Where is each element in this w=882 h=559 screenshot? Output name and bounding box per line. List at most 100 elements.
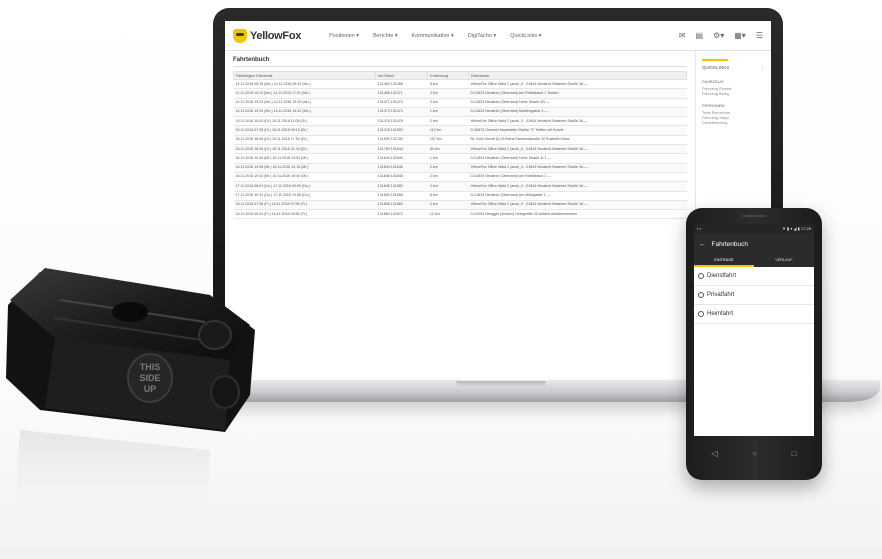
- cell-purpose: D-01844 Neukirch (Oberrand) Hohe Straße …: [468, 153, 687, 164]
- trip-type-options: Dienstfahrt Privatfahrt Heimfahrt: [694, 267, 814, 324]
- cell-purpose: YellowFox Office Wald 2 (ausb_0 - 01844 …: [468, 181, 687, 192]
- cell-km: 131780 131844: [375, 144, 428, 155]
- cell-time: 17.11.2016 08:01 (Do.) 17.11.2016 09:09 …: [233, 181, 376, 192]
- table-row[interactable]: 15.11.2016 10:03 (Di.) 15.11.2016 11:05 …: [233, 116, 687, 127]
- quicklinks-title: QUICKLINKS: [702, 64, 730, 70]
- table-row[interactable]: 15.11.2016 16:45 (Di.) 15.11.2016 17:50 …: [233, 135, 687, 146]
- table-row[interactable]: 14.11.2016 19:23 (Mo.) 14.11.2016 19:28 …: [233, 98, 687, 108]
- column-header[interactable]: km-Stand: [375, 71, 429, 80]
- product-showcase: YellowFox Positionen ▾ Berichte ▾ Kommunik…: [0, 0, 882, 559]
- cell-purpose: YellowFox Office Wald 2 (ausb_0 - 01844 …: [468, 163, 687, 173]
- cell-time: 14.11.2016 19:33 (Mo.) 14.11.2016 19:42 …: [233, 107, 376, 118]
- grid-icon[interactable]: ▦▾: [734, 31, 746, 40]
- cell-time: 16.11.2016 10:45 (Mi.) 16.11.2016 13:53 …: [233, 153, 376, 164]
- back-arrow-icon[interactable]: ←: [699, 241, 706, 248]
- quicklink[interactable]: Dieselfahrzeug: [702, 121, 765, 126]
- table-row[interactable]: 17.11.2016 08:01 (Do.) 17.11.2016 09:09 …: [233, 181, 687, 192]
- cell-time: 17.11.2016 19:31 (Do.) 17.11.2016 19:38 …: [233, 191, 376, 201]
- table-row[interactable]: 18.11.2016 09:44 (Fr.) 18.11.2016 09:56 …: [233, 209, 687, 220]
- radio-icon[interactable]: [698, 311, 704, 317]
- phone-tab[interactable]: VERLAUF: [754, 255, 814, 267]
- table-row[interactable]: 18.11.2016 07:38 (Fr.) 18.11.2016 07:55 …: [233, 200, 687, 211]
- table-row[interactable]: 16.11.2016 10:45 (Mi.) 16.11.2016 13:53 …: [233, 153, 687, 164]
- table-row[interactable]: 11.11.2016 10:13 (Mo.) 14.11.2016 17:01 …: [233, 88, 687, 99]
- cell-dist: 2 km: [427, 172, 469, 183]
- trip-type-option[interactable]: Dienstfahrt: [694, 267, 814, 286]
- notification-icon[interactable]: ✉: [679, 31, 686, 40]
- smartphone: ▪ ▪ ▼ ▮ ▾ ◢ ▮ 17:26 ← Fahrtenbuch EINTRA…: [686, 208, 822, 480]
- cell-km: 131844 131844: [375, 153, 428, 164]
- phone-tabs: EINTRAGE VERLAUF: [694, 255, 814, 267]
- cell-km: 131858 131860: [375, 200, 428, 211]
- status-right: ▼ ▮ ▾ ◢ ▮ 17:26: [781, 226, 811, 231]
- nav-item[interactable]: Kommunikation ▾: [412, 33, 454, 39]
- menu-icon[interactable]: ☰: [756, 31, 763, 40]
- phone-tab[interactable]: EINTRAGE: [694, 255, 754, 267]
- home-icon[interactable]: ○: [752, 449, 757, 458]
- chat-icon[interactable]: ▤: [696, 31, 704, 40]
- nav-item[interactable]: QuickLinks ▾: [510, 33, 541, 39]
- phone-app-bar: ← Fahrtenbuch: [694, 233, 814, 255]
- page-title: Fahrtenbuch: [233, 57, 687, 67]
- table-row[interactable]: 14.11.2016 09:15 (Mo.) 14.11.2016 09:43 …: [233, 79, 687, 90]
- radio-icon[interactable]: [698, 292, 704, 298]
- cell-time: 18.11.2016 09:44 (Fr.) 18.11.2016 09:56 …: [233, 209, 376, 220]
- trip-type-option[interactable]: Privatfahrt: [694, 286, 814, 305]
- cell-time: 16.11.2016 14:08 (Mi.) 16.11.2016 14:15 …: [233, 163, 376, 173]
- cell-dist: 3 km: [427, 88, 469, 99]
- cell-time: 14.11.2016 19:23 (Mo.) 14.11.2016 19:28 …: [233, 98, 376, 108]
- column-header[interactable]: Fahrtzweck: [467, 71, 688, 80]
- main-nav: Positionen ▾ Berichte ▾ Kommunikation ▾ Dig…: [329, 33, 541, 39]
- phone-status-bar: ▪ ▪ ▼ ▮ ▾ ◢ ▮ 17:26: [694, 224, 814, 233]
- phone-title: Fahrtenbuch: [711, 240, 749, 248]
- phone-screen: ▪ ▪ ▼ ▮ ▾ ◢ ▮ 17:26 ← Fahrtenbuch EINTRA…: [694, 224, 814, 436]
- quicklinks-section-title: FAHRZEUG: [702, 78, 724, 84]
- radio-icon[interactable]: [698, 273, 704, 279]
- cell-time: 16.11.2016 19:32 (Mi.) 16.11.2016 19:40 …: [233, 172, 376, 183]
- trip-type-option[interactable]: Heimfahrt: [694, 305, 814, 324]
- fox-logo-icon: [233, 28, 247, 43]
- cell-time: 14.11.2016 09:15 (Mo.) 14.11.2016 09:43 …: [233, 79, 376, 90]
- settings-icon[interactable]: ⚙▾: [713, 31, 724, 40]
- app-header: YellowFox Positionen ▾ Berichte ▾ Kommunik…: [225, 21, 771, 51]
- cell-dist: 1 km: [427, 153, 469, 164]
- nav-item[interactable]: Berichte ▾: [373, 33, 397, 39]
- cell-dist: 112 km: [427, 125, 469, 136]
- cell-dist: 8 km: [427, 79, 469, 90]
- more-icon[interactable]: ⋮: [761, 65, 766, 71]
- cell-dist: 8 km: [427, 191, 469, 201]
- quicklink[interactable]: Fahrzeug Beleg: [702, 92, 765, 97]
- table-row[interactable]: 15.11.2016 07:35 (Di.) 15.11.2016 09:15 …: [233, 125, 687, 136]
- cell-purpose: YellowFox Office Wald 2 (ausb_0 - 01844 …: [468, 144, 687, 155]
- nav-item[interactable]: Positionen ▾: [329, 33, 359, 39]
- cell-time: 15.11.2016 10:03 (Di.) 15.11.2016 11:05 …: [233, 116, 376, 127]
- cell-dist: 2 km: [427, 98, 469, 108]
- cell-dist: 2 km: [427, 116, 469, 127]
- table-row[interactable]: 16.11.2016 19:32 (Mi.) 16.11.2016 19:40 …: [233, 172, 687, 183]
- cell-purpose: D-01833 Neukirch (Oberrand) Mühlengasse …: [468, 107, 687, 118]
- cell-km: 131846 131848: [375, 172, 428, 183]
- cell-purpose: D-01833 Neukirch (Oberrand) Am Mühlgasse…: [468, 191, 687, 201]
- logbook-table: Fahrtbeginn Fahrtende km-Stand Entfernung F…: [232, 71, 688, 220]
- cell-km: 131468 131471: [375, 88, 428, 99]
- yellowfox-logo[interactable]: YellowFox: [233, 28, 301, 43]
- table-row[interactable]: 17.11.2016 19:31 (Do.) 17.11.2016 19:38 …: [233, 191, 687, 201]
- back-icon[interactable]: ◁: [711, 449, 717, 458]
- laptop-hinge-notch: [456, 381, 546, 387]
- cell-dist: 2 km: [427, 181, 469, 192]
- cell-purpose: YellowFox Office Wald 2 (ausb_0 - 01844 …: [468, 116, 687, 127]
- cell-time: 11.11.2016 10:13 (Mo.) 14.11.2016 17:01 …: [233, 88, 376, 99]
- table-row[interactable]: 16.11.2016 14:08 (Mi.) 16.11.2016 14:15 …: [233, 163, 687, 173]
- table-row[interactable]: 16.11.2016 18:26 (Di.) 16.11.2016 21:44 …: [233, 144, 687, 155]
- cell-purpose: YellowFox Office Wald 2 (ausb_0 - 01844 …: [468, 79, 687, 90]
- nav-item[interactable]: DigiTacho ▾: [468, 33, 496, 39]
- column-header[interactable]: Fahrtbeginn Fahrtende: [232, 71, 377, 80]
- column-header[interactable]: Entfernung: [427, 71, 469, 80]
- quicklinks-section-title: PERSONEN: [702, 102, 725, 108]
- cell-km: 131471 131473: [375, 98, 428, 108]
- table-row[interactable]: 14.11.2016 19:33 (Mo.) 14.11.2016 19:42 …: [233, 107, 687, 118]
- option-label: Privatfahrt: [707, 292, 735, 298]
- quicklinks-header: QUICKLINKS ⋮: [702, 65, 765, 71]
- recents-icon[interactable]: □: [792, 449, 797, 458]
- quicklinks-body: FAHRZEUG Fahrzeug Einsatz Fahrzeug Beleg PE…: [702, 79, 765, 127]
